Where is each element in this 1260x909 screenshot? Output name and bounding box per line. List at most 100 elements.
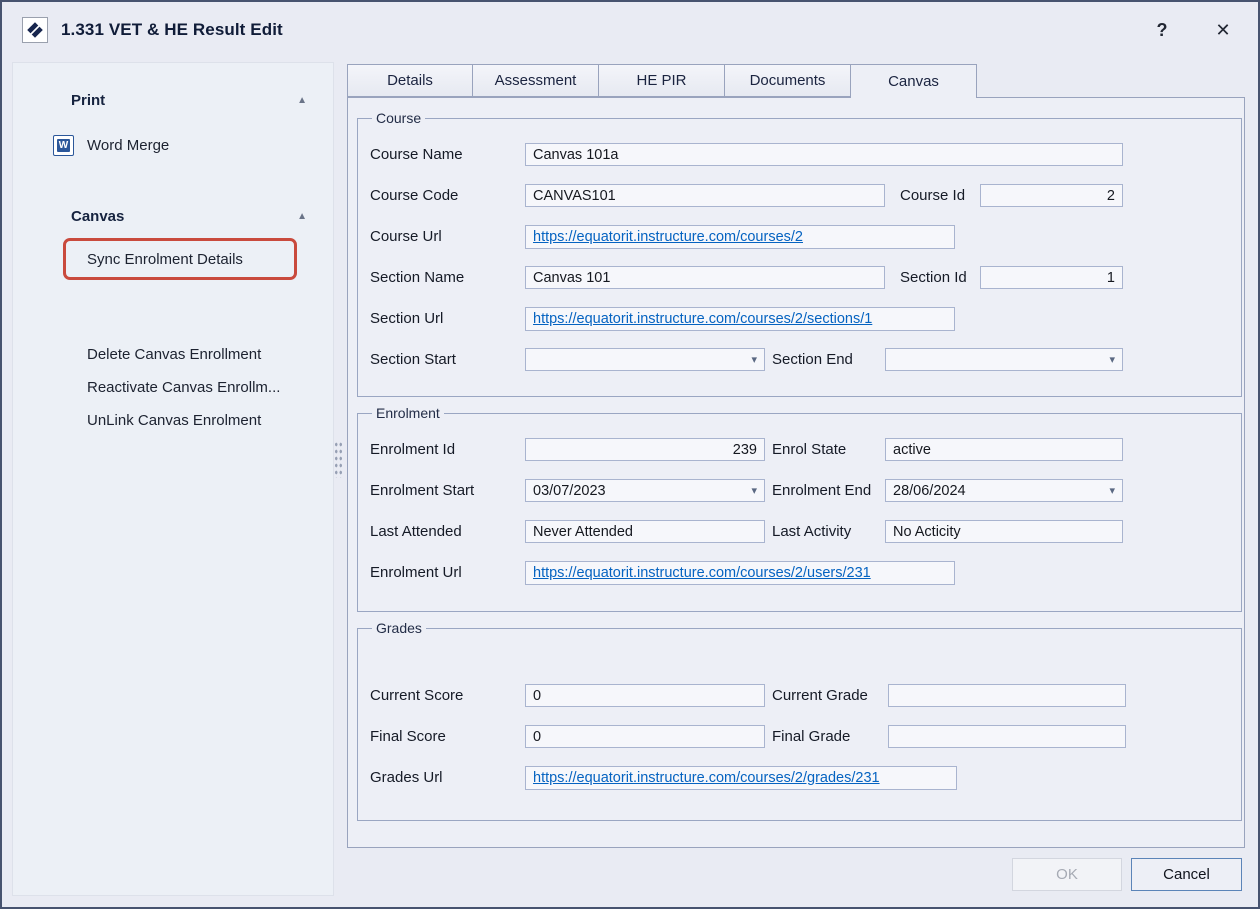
enrolment-url-link[interactable]: https://equatorit.instructure.com/course… xyxy=(533,565,871,581)
sidebar: Print ▲ W Word Merge Canvas ▲ Sync Enrol… xyxy=(12,62,334,896)
word-merge-label: Word Merge xyxy=(87,137,169,154)
enrolment-group-title: Enrolment xyxy=(372,405,444,421)
chevron-down-icon[interactable]: ▾ xyxy=(1106,484,1118,497)
collapse-arrow-icon[interactable]: ▲ xyxy=(297,211,307,222)
section-url-field: https://equatorit.instructure.com/course… xyxy=(525,307,955,331)
enrolment-url-row: Enrolment Url https://equatorit.instruct… xyxy=(370,552,1229,593)
enrolment-dates-row: Enrolment Start 03/07/2023 ▾ Enrolment E… xyxy=(370,470,1229,511)
sidebar-section-print[interactable]: Print ▲ xyxy=(71,89,307,111)
tab-documents[interactable]: Documents xyxy=(725,64,851,97)
course-url-row: Course Url https://equatorit.instructure… xyxy=(370,216,1229,257)
section-start-combobox[interactable]: ▾ xyxy=(525,348,765,371)
section-title-print: Print xyxy=(71,92,105,109)
sidebar-item-sync-enrolment-details[interactable]: Sync Enrolment Details xyxy=(63,238,297,280)
course-url-field: https://equatorit.instructure.com/course… xyxy=(525,225,955,249)
tab-canvas[interactable]: Canvas xyxy=(851,64,977,98)
current-grade-input[interactable] xyxy=(888,684,1126,707)
last-activity-label: Last Activity xyxy=(772,523,885,540)
sidebar-item-unlink-canvas-enrolment[interactable]: UnLink Canvas Enrolment xyxy=(87,409,261,431)
course-id-label: Course Id xyxy=(900,187,980,204)
enrol-state-label: Enrol State xyxy=(772,441,885,458)
enrolment-start-label: Enrolment Start xyxy=(370,482,525,499)
section-name-label: Section Name xyxy=(370,269,525,286)
enrolment-url-field: https://equatorit.instructure.com/course… xyxy=(525,561,955,585)
reactivate-enrollment-label: Reactivate Canvas Enrollm... xyxy=(87,379,280,396)
section-id-input[interactable] xyxy=(980,266,1123,289)
course-code-label: Course Code xyxy=(370,187,525,204)
final-score-row: Final Score Final Grade xyxy=(370,716,1229,757)
delete-enrollment-label: Delete Canvas Enrollment xyxy=(87,346,261,363)
enrol-state-input[interactable] xyxy=(885,438,1123,461)
section-start-label: Section Start xyxy=(370,351,525,368)
sidebar-section-canvas[interactable]: Canvas ▲ xyxy=(71,205,307,227)
grades-url-field: https://equatorit.instructure.com/course… xyxy=(525,766,957,790)
enrolment-start-datepicker[interactable]: 03/07/2023 ▾ xyxy=(525,479,765,502)
canvas-tab-panel: Course Course Name Course Code Course Id… xyxy=(347,97,1245,848)
section-name-row: Section Name Section Id xyxy=(370,257,1229,298)
chevron-down-icon[interactable]: ▾ xyxy=(748,353,760,366)
current-score-input[interactable] xyxy=(525,684,765,707)
attendance-row: Last Attended Last Activity xyxy=(370,511,1229,552)
word-icon: W xyxy=(53,135,74,156)
section-name-input[interactable] xyxy=(525,266,885,289)
last-attended-input[interactable] xyxy=(525,520,765,543)
final-grade-label: Final Grade xyxy=(772,728,888,745)
final-score-input[interactable] xyxy=(525,725,765,748)
section-url-link[interactable]: https://equatorit.instructure.com/course… xyxy=(533,311,872,327)
splitter-handle[interactable] xyxy=(333,440,342,478)
tab-details[interactable]: Details xyxy=(347,64,473,97)
sidebar-item-word-merge[interactable]: W Word Merge xyxy=(53,134,169,156)
window-title: 1.331 VET & HE Result Edit xyxy=(61,20,283,40)
section-dates-row: Section Start ▾ Section End ▾ xyxy=(370,339,1229,380)
course-name-row: Course Name xyxy=(370,134,1229,175)
enrolment-id-input[interactable] xyxy=(525,438,765,461)
current-grade-label: Current Grade xyxy=(772,687,888,704)
enrolment-id-row: Enrolment Id Enrol State xyxy=(370,429,1229,470)
unlink-enrolment-label: UnLink Canvas Enrolment xyxy=(87,412,261,429)
final-grade-input[interactable] xyxy=(888,725,1126,748)
last-activity-input[interactable] xyxy=(885,520,1123,543)
section-end-combobox[interactable]: ▾ xyxy=(885,348,1123,371)
chevron-down-icon[interactable]: ▾ xyxy=(1106,353,1118,366)
section-url-row: Section Url https://equatorit.instructur… xyxy=(370,298,1229,339)
enrolment-group: Enrolment Enrolment Id Enrol State Enrol… xyxy=(357,405,1242,612)
dialog-window: 1.331 VET & HE Result Edit ? ✕ Print ▲ W… xyxy=(0,0,1260,909)
course-url-link[interactable]: https://equatorit.instructure.com/course… xyxy=(533,229,803,245)
course-id-input[interactable] xyxy=(980,184,1123,207)
app-icon xyxy=(22,17,48,43)
app-logo-glyph xyxy=(24,19,46,41)
help-button[interactable]: ? xyxy=(1147,15,1177,45)
current-score-label: Current Score xyxy=(370,687,525,704)
course-url-label: Course Url xyxy=(370,228,525,245)
section-end-label: Section End xyxy=(772,351,885,368)
sync-enrolment-label: Sync Enrolment Details xyxy=(87,251,243,268)
grades-group: Grades Current Score Current Grade Final… xyxy=(357,620,1242,821)
course-group-title: Course xyxy=(372,110,425,126)
enrolment-end-datepicker[interactable]: 28/06/2024 ▾ xyxy=(885,479,1123,502)
course-code-row: Course Code Course Id xyxy=(370,175,1229,216)
grades-url-row: Grades Url https://equatorit.instructure… xyxy=(370,757,1229,798)
section-url-label: Section Url xyxy=(370,310,525,327)
course-name-input[interactable] xyxy=(525,143,1123,166)
course-code-input[interactable] xyxy=(525,184,885,207)
chevron-down-icon[interactable]: ▾ xyxy=(748,484,760,497)
section-title-canvas: Canvas xyxy=(71,208,124,225)
enrolment-id-label: Enrolment Id xyxy=(370,441,525,458)
sidebar-item-reactivate-canvas-enrollment[interactable]: Reactivate Canvas Enrollm... xyxy=(87,376,280,398)
section-id-label: Section Id xyxy=(900,269,980,286)
cancel-button[interactable]: Cancel xyxy=(1131,858,1242,891)
course-name-label: Course Name xyxy=(370,146,525,163)
collapse-arrow-icon[interactable]: ▲ xyxy=(297,95,307,106)
grades-group-title: Grades xyxy=(372,620,426,636)
final-score-label: Final Score xyxy=(370,728,525,745)
tab-he-pir[interactable]: HE PIR xyxy=(599,64,725,97)
course-group: Course Course Name Course Code Course Id… xyxy=(357,110,1242,397)
sidebar-item-delete-canvas-enrollment[interactable]: Delete Canvas Enrollment xyxy=(87,343,261,365)
enrolment-url-label: Enrolment Url xyxy=(370,564,525,581)
tabstrip: Details Assessment HE PIR Documents Canv… xyxy=(347,64,977,98)
grades-url-link[interactable]: https://equatorit.instructure.com/course… xyxy=(533,770,880,786)
tab-assessment[interactable]: Assessment xyxy=(473,64,599,97)
current-score-row: Current Score Current Grade xyxy=(370,675,1229,716)
ok-button[interactable]: OK xyxy=(1012,858,1122,891)
close-button[interactable]: ✕ xyxy=(1208,15,1238,45)
